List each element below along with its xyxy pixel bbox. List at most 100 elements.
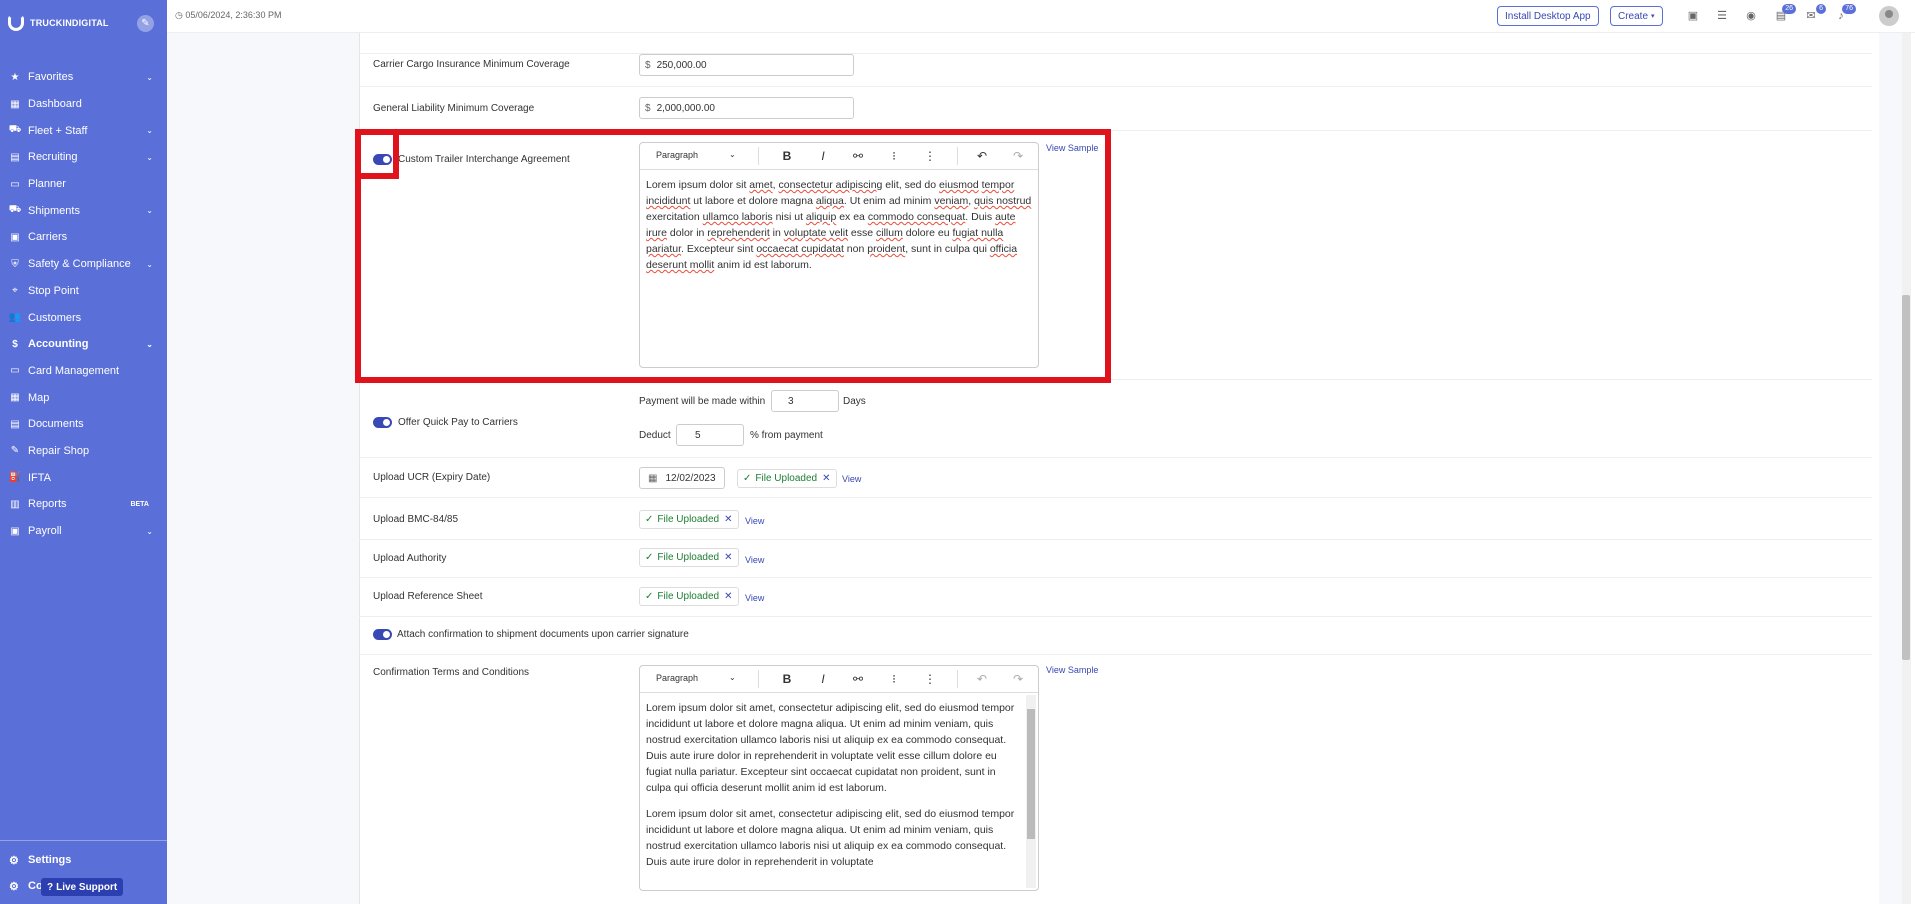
top-bar: ◷ 05/06/2024, 2:36:30 PM Install Desktop…: [167, 0, 1915, 33]
chevron-down-icon: ⌄: [146, 259, 153, 269]
remove-icon[interactable]: ✕: [724, 552, 732, 563]
sidebar-item-accounting[interactable]: $ Accounting ⌄: [0, 331, 167, 358]
logo-icon: [8, 15, 24, 31]
quickpay-toggle[interactable]: [373, 417, 392, 428]
live-support-button[interactable]: ? Live Support: [41, 878, 124, 896]
view-sample-link[interactable]: View Sample: [1046, 665, 1098, 675]
editor-scroll-thumb[interactable]: [1027, 709, 1035, 839]
sidebar-item-planner[interactable]: ▭ Planner: [0, 171, 167, 198]
notifications-badge: 76: [1842, 4, 1856, 14]
attach-confirmation-toggle[interactable]: [373, 629, 392, 640]
deduct-label: Deduct: [639, 430, 671, 441]
sidebar-item-fleet-staff[interactable]: ⛟ Fleet + Staff ⌄: [0, 117, 167, 144]
create-button[interactable]: Create ▾: [1610, 6, 1663, 26]
deduct-input[interactable]: 5: [676, 424, 744, 446]
page-scroll-thumb[interactable]: [1902, 295, 1910, 660]
sidebar-item-reports[interactable]: ▥ Reports BETA: [0, 491, 167, 518]
editor-content[interactable]: Lorem ipsum dolor sit amet, consectetur …: [640, 693, 1038, 877]
ucr-label: Upload UCR (Expiry Date): [373, 472, 491, 483]
sidebar-item-label: Fleet + Staff: [28, 124, 88, 137]
payroll-icon: ▣: [10, 525, 20, 537]
brand-logo[interactable]: TRUCKINDIGITAL ✎: [8, 12, 158, 34]
sidebar-item-label: Customers: [28, 311, 82, 324]
sidebar-item-label: Favorites: [28, 71, 74, 84]
chevron-down-icon: ⌄: [146, 72, 153, 82]
chip-label: File Uploaded: [755, 473, 818, 484]
sidebar-item-label: IFTA: [28, 471, 52, 484]
bullet-list-icon[interactable]: ⁝: [887, 672, 901, 686]
messages-icon[interactable]: ✉ 6: [1804, 4, 1826, 23]
divider: [359, 86, 1872, 87]
avatar[interactable]: [1879, 6, 1899, 26]
cargo-coverage-label: Carrier Cargo Insurance Minimum Coverage: [373, 59, 570, 70]
sidebar-item-recruiting[interactable]: ▤ Recruiting ⌄: [0, 144, 167, 171]
tasks-icon[interactable]: ▤ 26: [1774, 4, 1796, 23]
payment-days-input[interactable]: 3: [771, 390, 839, 412]
terms-label: Confirmation Terms and Conditions: [373, 667, 530, 678]
live-support-label: Live Support: [56, 881, 118, 893]
list-icon[interactable]: ☰: [1715, 9, 1729, 23]
cargo-coverage-input[interactable]: $ 250,000.00: [639, 54, 854, 76]
sidebar-item-card-management[interactable]: ▭ Card Management: [0, 358, 167, 385]
chip-label: File Uploaded: [657, 591, 720, 602]
shipments-icon: ⛟: [8, 204, 22, 216]
recruiting-icon: ▤: [10, 151, 20, 163]
numbered-list-icon[interactable]: ⋮: [923, 672, 937, 686]
sidebar-item-favorites[interactable]: ★ Favorites ⌄: [0, 64, 167, 91]
payment-within-label: Payment will be made within: [639, 396, 766, 407]
sidebar-item-map[interactable]: ▦ Map: [0, 384, 167, 411]
divider: [359, 457, 1872, 458]
tasks-badge: 26: [1782, 4, 1796, 14]
sidebar-item-documents[interactable]: ▤ Documents: [0, 411, 167, 438]
days-label: Days: [843, 396, 866, 407]
undo-icon[interactable]: ↶: [975, 672, 989, 686]
sidebar-item-dashboard[interactable]: ▦ Dashboard: [0, 91, 167, 118]
remove-icon[interactable]: ✕: [822, 473, 830, 484]
datetime: ◷ 05/06/2024, 2:36:30 PM: [175, 10, 281, 21]
dollar-icon[interactable]: ◉: [1744, 9, 1758, 23]
wrench-icon: ✎: [10, 445, 20, 457]
sidebar-item-ifta[interactable]: ⛽ IFTA: [0, 464, 167, 491]
sidebar-item-label: Carriers: [28, 231, 68, 244]
reference-label: Upload Reference Sheet: [373, 591, 483, 602]
view-link[interactable]: View: [842, 474, 861, 484]
remove-icon[interactable]: ✕: [724, 514, 732, 525]
paragraph-select[interactable]: Paragraph: [656, 673, 698, 683]
cargo-coverage-value: 250,000.00: [656, 59, 707, 71]
view-link[interactable]: View: [745, 555, 764, 565]
sidebar-item-label: Shipments: [28, 204, 80, 217]
sidebar-item-shipments[interactable]: ⛟ Shipments ⌄: [0, 197, 167, 224]
view-link[interactable]: View: [745, 593, 764, 603]
sidebar-item-repair-shop[interactable]: ✎ Repair Shop: [0, 438, 167, 465]
bell-icon[interactable]: ♪ 76: [1834, 4, 1856, 23]
sidebar-item-settings[interactable]: ⚙ Settings: [0, 847, 167, 873]
liability-coverage-label: General Liability Minimum Coverage: [373, 103, 535, 114]
ucr-date-input[interactable]: ▦ 12/02/2023: [639, 467, 725, 489]
install-desktop-app-button[interactable]: Install Desktop App: [1497, 6, 1599, 26]
editor-toolbar: Paragraph ⌄ B I ⚯ ⁝ ⋮ ↶ ↷: [640, 666, 1038, 693]
sidebar-item-carriers[interactable]: ▣ Carriers: [0, 224, 167, 251]
sidebar-item-label: Documents: [28, 418, 84, 431]
sidebar-item-safety-compliance[interactable]: ⛨ Safety & Compliance ⌄: [0, 251, 167, 278]
sidebar-item-payroll[interactable]: ▣ Payroll ⌄: [0, 518, 167, 545]
carriers-icon: ▣: [10, 231, 20, 243]
box-icon[interactable]: ▣: [1686, 9, 1700, 23]
view-link[interactable]: View: [745, 516, 764, 526]
redo-icon[interactable]: ↷: [1011, 672, 1025, 686]
chevron-down-icon: ⌄: [146, 152, 153, 162]
file-uploaded-chip: ✓ File Uploaded ✕: [737, 469, 837, 488]
sidebar-item-stop-point[interactable]: ⌖ Stop Point: [0, 278, 167, 305]
bmc-label: Upload BMC-84/85: [373, 514, 459, 525]
liability-coverage-input[interactable]: $ 2,000,000.00: [639, 97, 854, 119]
chevron-down-icon: ⌄: [146, 339, 153, 349]
terms-editor[interactable]: Paragraph ⌄ B I ⚯ ⁝ ⋮ ↶ ↷ Lorem ipsum do…: [639, 665, 1039, 891]
bold-icon[interactable]: B: [780, 672, 794, 686]
chevron-down-icon: ⌄: [146, 526, 153, 536]
sidebar-item-customers[interactable]: 👥 Customers: [0, 304, 167, 331]
italic-icon[interactable]: I: [816, 672, 830, 686]
help-icon: ?: [47, 881, 54, 893]
toggle-highlight-box: [355, 129, 399, 179]
remove-icon[interactable]: ✕: [724, 591, 732, 602]
link-icon[interactable]: ⚯: [851, 672, 865, 686]
edit-icon[interactable]: ✎: [137, 15, 154, 32]
